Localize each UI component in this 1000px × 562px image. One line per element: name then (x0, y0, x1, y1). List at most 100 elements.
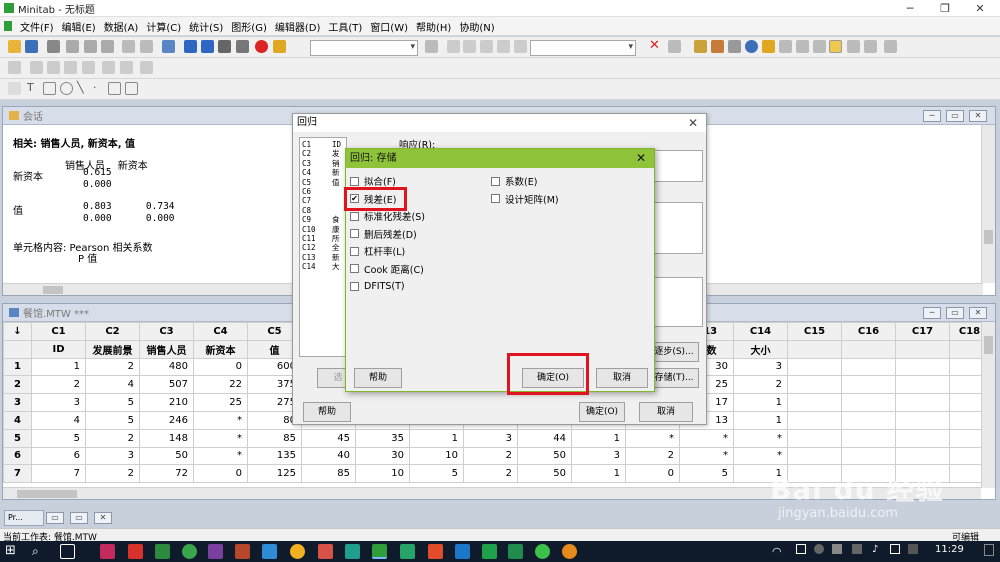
stepwise-button[interactable]: 逐步(S)... (649, 342, 699, 362)
cell-insert-icon[interactable] (64, 61, 77, 74)
command-combo[interactable] (310, 40, 418, 56)
sheet-corner-arrow-icon[interactable]: ↓ (3, 322, 32, 341)
edit-pen-icon[interactable] (102, 61, 115, 74)
wifi-icon[interactable]: ◠ (772, 545, 782, 558)
storage-option-checkbox[interactable]: 标准化残差(S) (350, 209, 425, 223)
ellipse-icon[interactable] (60, 82, 73, 95)
data-cell[interactable]: 7 (31, 464, 86, 484)
categorical-field[interactable] (653, 277, 703, 327)
row-insert-icon[interactable] (30, 61, 43, 74)
data-cell[interactable]: 1 (733, 410, 788, 430)
taskbar-app-10-icon[interactable] (345, 544, 360, 559)
data-cell[interactable]: 1 (571, 428, 626, 448)
storage-option-checkbox[interactable]: 拟合(F) (350, 174, 396, 188)
regression-cancel-button[interactable]: 取消 (639, 402, 693, 422)
storage-option-checkbox[interactable]: 设计矩阵(M) (491, 192, 559, 206)
session-scroll-thumb[interactable] (984, 230, 993, 244)
tray-icon-7[interactable] (908, 544, 918, 554)
menu-calc[interactable]: 计算(C) (142, 19, 185, 34)
checkmark-icon[interactable]: ✔ (350, 194, 359, 203)
data-cell[interactable]: 2 (625, 446, 680, 466)
column-header[interactable]: C1 (31, 322, 86, 341)
polygon-icon[interactable] (108, 82, 121, 95)
data-cell[interactable]: 30 (355, 446, 410, 466)
tray-icon-4[interactable] (852, 544, 862, 554)
column-name-cell[interactable] (895, 339, 950, 359)
empty-checkbox-icon[interactable] (350, 211, 359, 221)
find-replace-icon[interactable] (236, 40, 249, 53)
polyline-icon[interactable] (125, 82, 138, 95)
line-icon[interactable]: ╲ (77, 82, 90, 95)
taskbar-app-13-icon[interactable] (428, 544, 443, 559)
point-icon[interactable]: · (93, 82, 106, 95)
data-cell[interactable] (787, 357, 842, 377)
column-header[interactable]: C17 (895, 322, 950, 341)
column-header[interactable]: C3 (139, 322, 194, 341)
storage-option-checkbox[interactable]: DFITS(T) (350, 279, 405, 293)
storage-cancel-button[interactable]: 取消 (596, 368, 648, 388)
data-cell[interactable] (841, 357, 896, 377)
data-cell[interactable]: 2 (85, 357, 140, 377)
save-icon[interactable] (25, 40, 38, 53)
data-cell[interactable]: 44 (517, 428, 572, 448)
data-cell[interactable]: 210 (139, 393, 194, 412)
data-cell[interactable]: 50 (517, 446, 572, 466)
clock[interactable]: 11:29 (935, 544, 964, 555)
select-arrow-icon[interactable] (8, 82, 21, 95)
worksheet-close-button[interactable]: ✕ (969, 307, 987, 319)
empty-checkbox-icon[interactable] (350, 281, 359, 291)
row-number[interactable]: 5 (3, 428, 32, 448)
data-cell[interactable]: 10 (355, 464, 410, 484)
data-cell[interactable]: * (679, 446, 734, 466)
data-cell[interactable] (895, 428, 950, 448)
data-cell[interactable]: 3 (463, 428, 518, 448)
data-cell[interactable]: 85 (247, 428, 302, 448)
data-cell[interactable]: 5 (85, 410, 140, 430)
data-cell[interactable] (787, 410, 842, 430)
data-cell[interactable]: 4 (85, 375, 140, 395)
data-cell[interactable]: 85 (301, 464, 356, 484)
data-cell[interactable] (787, 446, 842, 466)
column-name-cell[interactable]: 新资本 (193, 339, 248, 359)
row-number[interactable]: 6 (3, 446, 32, 466)
taskbar-app-6-icon[interactable] (235, 544, 250, 559)
delete-icon[interactable]: ✕ (648, 39, 661, 53)
row-number[interactable]: 3 (3, 393, 32, 412)
data-cell[interactable] (895, 357, 950, 377)
paste-icon[interactable] (101, 40, 114, 53)
windows-start-icon[interactable]: ⊞ (5, 544, 20, 559)
regression-close-icon[interactable]: ✕ (688, 114, 698, 132)
wechat-icon[interactable] (535, 544, 550, 559)
minimize-button[interactable]: ─ (895, 0, 925, 17)
taskbar-app-1-icon[interactable] (100, 544, 115, 559)
menu-edit[interactable]: 编辑(E) (58, 19, 100, 34)
column-header[interactable]: C14 (733, 322, 788, 341)
data-cell[interactable]: * (733, 428, 788, 448)
cut-icon[interactable] (66, 40, 79, 53)
data-cell[interactable]: 2 (85, 464, 140, 484)
variable-list-item[interactable]: C5 值 (302, 178, 346, 187)
taskbar-app-18-icon[interactable] (562, 544, 577, 559)
data-cell[interactable]: 5 (409, 464, 464, 484)
maximize-button[interactable]: ❐ (930, 0, 960, 17)
data-cell[interactable] (841, 375, 896, 395)
data-cell[interactable]: 0 (625, 464, 680, 484)
session-hscroll-thumb[interactable] (43, 286, 63, 294)
session-vertical-scrollbar[interactable] (981, 125, 995, 283)
data-cell[interactable]: 5 (31, 428, 86, 448)
data-cell[interactable]: 125 (247, 464, 302, 484)
variable-list-item[interactable]: C2 发 (302, 149, 346, 158)
ie-icon[interactable] (455, 544, 470, 559)
storage-option-checkbox[interactable]: 系数(E) (491, 174, 537, 188)
excel-icon[interactable] (508, 544, 523, 559)
empty-checkbox-icon[interactable] (491, 194, 500, 203)
menu-stat[interactable]: 统计(S) (185, 19, 227, 34)
data-cell[interactable]: 5 (679, 464, 734, 484)
taskbar-app-15-icon[interactable] (482, 544, 497, 559)
zoom-icon[interactable] (514, 40, 527, 53)
column-name-cell[interactable]: 大小 (733, 339, 788, 359)
column-name-cell[interactable]: ID (31, 339, 86, 359)
data-cell[interactable]: 1 (409, 428, 464, 448)
worksheet-scroll-thumb[interactable] (984, 336, 993, 354)
data-cell[interactable]: * (733, 446, 788, 466)
